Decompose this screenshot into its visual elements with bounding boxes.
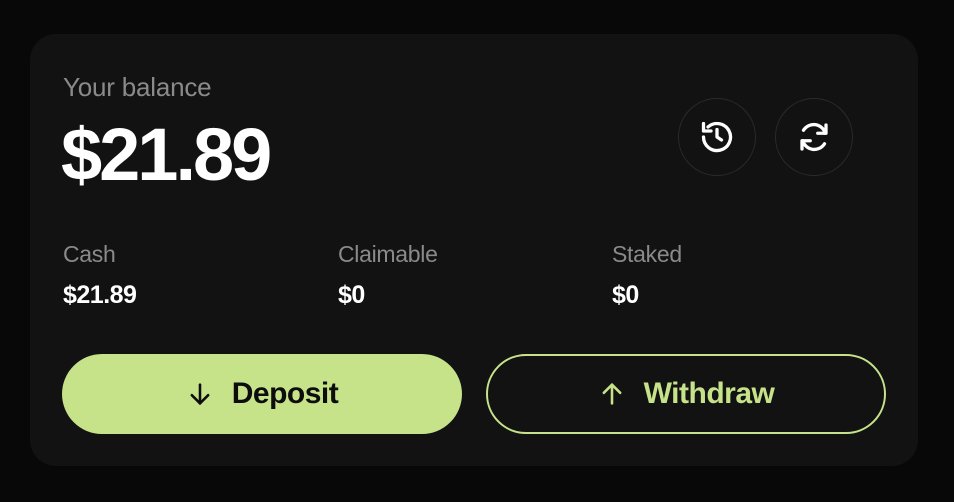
withdraw-label: Withdraw [643,377,775,410]
stat-staked-value: $0 [612,281,639,309]
stat-claimable: Claimable $0 [338,240,438,310]
stat-claimable-value: $0 [338,281,365,309]
stat-staked: Staked $0 [612,240,682,310]
history-icon [701,121,733,153]
balance-amount: $21.89 [61,113,272,196]
history-button[interactable] [678,98,756,176]
deposit-button[interactable]: Deposit [62,354,462,434]
stat-cash-label: Cash [63,241,116,267]
balance-label: Your balance [63,72,212,102]
balance-card: Your balance $21.89 Cash $21.89 Claimabl… [30,34,918,466]
stat-cash-value: $21.89 [63,281,137,309]
refresh-button[interactable] [775,98,853,176]
arrow-up-icon [602,383,622,405]
withdraw-button[interactable]: Withdraw [486,354,886,434]
stat-cash: Cash $21.89 [63,240,137,310]
stat-claimable-label: Claimable [338,241,438,267]
refresh-icon [800,122,828,152]
stat-staked-label: Staked [612,241,682,267]
arrow-down-icon [190,383,210,405]
deposit-label: Deposit [231,377,339,410]
